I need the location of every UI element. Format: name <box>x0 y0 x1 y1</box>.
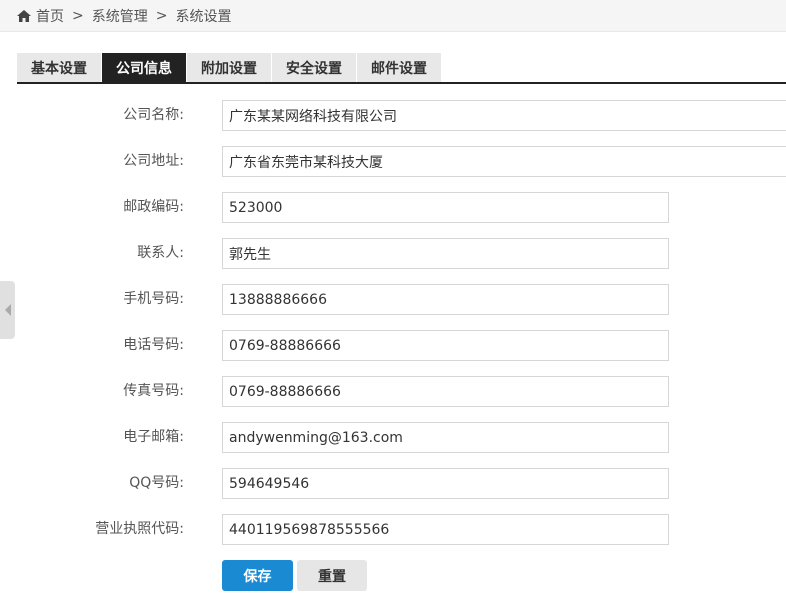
qq-input[interactable] <box>222 468 669 499</box>
form-row-license: 营业执照代码: <box>0 514 786 545</box>
breadcrumb-current: 系统设置 <box>175 8 232 25</box>
form-row-fax: 传真号码: <box>0 376 786 407</box>
company-name-label: 公司名称: <box>123 107 184 123</box>
form-row-contact: 联系人: <box>0 238 786 269</box>
form-row-company-name: 公司名称: <box>0 100 786 131</box>
license-input[interactable] <box>222 514 669 545</box>
form-row-postal-code: 邮政编码: <box>0 192 786 223</box>
email-label: 电子邮箱: <box>123 429 184 445</box>
qq-label: QQ号码: <box>129 475 184 491</box>
tab-additional-settings[interactable]: 附加设置 <box>187 53 272 82</box>
mobile-label: 手机号码: <box>123 291 184 307</box>
company-address-input[interactable] <box>222 146 786 177</box>
form-row-company-address: 公司地址: <box>0 146 786 177</box>
breadcrumb-home-link[interactable]: 首页 <box>36 6 64 26</box>
phone-input[interactable] <box>222 330 669 361</box>
postal-code-input[interactable] <box>222 192 669 223</box>
save-button[interactable]: 保存 <box>222 560 293 591</box>
tab-email-settings[interactable]: 邮件设置 <box>357 53 442 82</box>
fax-label: 传真号码: <box>123 383 184 399</box>
breadcrumb-separator: > <box>155 7 168 24</box>
breadcrumb-system-management-link[interactable]: 系统管理 <box>92 6 148 26</box>
company-name-input[interactable] <box>222 100 786 131</box>
email-input[interactable] <box>222 422 669 453</box>
breadcrumb-separator: > <box>72 7 84 24</box>
form-row-email: 电子邮箱: <box>0 422 786 453</box>
postal-code-label: 邮政编码: <box>123 199 184 215</box>
reset-button[interactable]: 重置 <box>297 560 367 591</box>
tab-basic-settings[interactable]: 基本设置 <box>17 53 102 82</box>
form-row-qq: QQ号码: <box>0 468 786 499</box>
breadcrumb: 首页 > 系统管理 > 系统设置 <box>0 0 786 32</box>
form-row-mobile: 手机号码: <box>0 284 786 315</box>
tab-company-info[interactable]: 公司信息 <box>102 53 187 82</box>
phone-label: 电话号码: <box>123 337 184 353</box>
contact-input[interactable] <box>222 238 669 269</box>
settings-tabs: 基本设置 公司信息 附加设置 安全设置 邮件设置 <box>17 53 786 84</box>
fax-input[interactable] <box>222 376 669 407</box>
license-label: 营业执照代码: <box>95 521 184 537</box>
tab-security-settings[interactable]: 安全设置 <box>272 53 357 82</box>
company-address-label: 公司地址: <box>123 153 184 169</box>
mobile-input[interactable] <box>222 284 669 315</box>
home-icon <box>17 9 31 22</box>
contact-label: 联系人: <box>137 245 184 261</box>
form-row-phone: 电话号码: <box>0 330 786 361</box>
